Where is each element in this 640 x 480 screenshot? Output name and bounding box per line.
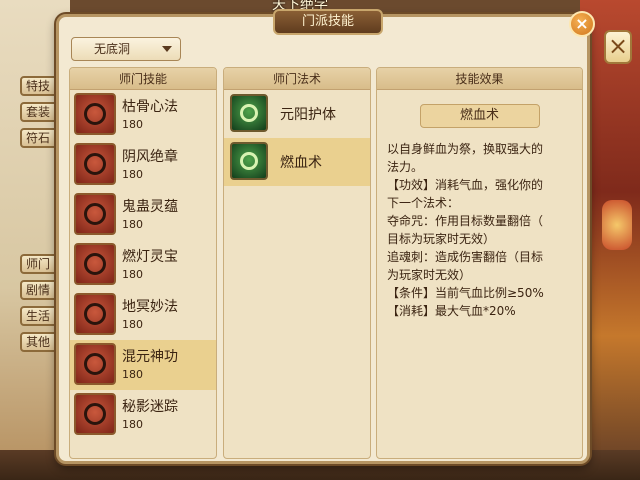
effect-line: 【条件】当前气血比例≥50% — [387, 286, 544, 300]
background-close-icon[interactable]: × — [604, 30, 632, 64]
skill-level: 180 — [122, 168, 143, 181]
skill-level: 180 — [122, 318, 143, 331]
skill-level: 180 — [122, 418, 143, 431]
spell-name: 元阳护体 — [280, 107, 336, 123]
chevron-down-icon — [162, 46, 172, 52]
effect-panel: 技能效果 燃血术 以自身鲜血为祭，换取强大的 法力。 【功效】消耗气血，强化你的… — [376, 67, 583, 459]
window-title: 门派技能 — [273, 9, 383, 35]
skill-row-miying[interactable]: 秘影迷踪 180 — [70, 390, 216, 440]
effect-line: 为玩家时无效） — [387, 268, 472, 282]
effect-line: 追魂刺：造成伤害翻倍（目标 — [387, 250, 544, 264]
effect-description: 以自身鲜血为祭，换取强大的 法力。 【功效】消耗气血，强化你的 下一个法术： 夺… — [377, 136, 582, 324]
school-select-dropdown[interactable]: 无底洞 — [71, 37, 181, 61]
effect-line: 目标为玩家时无效） — [387, 232, 496, 246]
wind-sigil-icon — [74, 143, 116, 185]
spells-panel: 师门法术 元阳护体 燃血术 — [223, 67, 371, 459]
skill-name: 枯骨心法 — [122, 99, 178, 115]
shadow-sigil-icon — [74, 393, 116, 435]
effect-header: 技能效果 — [377, 68, 582, 90]
chaos-sigil-icon — [74, 343, 116, 385]
skill-level: 180 — [122, 218, 143, 231]
effect-line: 以自身鲜血为祭，换取强大的 — [387, 142, 544, 156]
effect-line: 法力。 — [387, 160, 424, 174]
skill-name: 鬼蛊灵蕴 — [122, 199, 178, 215]
skill-level: 180 — [122, 268, 143, 281]
skills-panel: 师门技能 枯骨心法 180 阴风绝章 180 鬼蛊灵蕴 180 燃灯灵宝 180… — [69, 67, 217, 459]
effect-title: 燃血术 — [419, 104, 540, 128]
skill-name: 地冥妙法 — [122, 299, 178, 315]
lamp-sigil-icon — [74, 243, 116, 285]
skill-row-diming[interactable]: 地冥妙法 180 — [70, 290, 216, 340]
underworld-sigil-icon — [74, 293, 116, 335]
effect-line: 【功效】消耗气血，强化你的 — [387, 178, 544, 192]
skill-name: 燃灯灵宝 — [122, 249, 178, 265]
close-icon[interactable]: × — [569, 11, 595, 37]
insect-sigil-icon — [74, 193, 116, 235]
skill-row-guigu[interactable]: 鬼蛊灵蕴 180 — [70, 190, 216, 240]
lantern-decoration — [602, 200, 632, 250]
skill-name: 秘影迷踪 — [122, 399, 178, 415]
school-skills-window: 门派技能 × 无底洞 师门技能 枯骨心法 180 阴风绝章 180 鬼蛊灵蕴 1… — [56, 9, 595, 464]
spell-row-yuanyang[interactable]: 元阳护体 — [224, 90, 370, 138]
spell-row-ranxue[interactable]: 燃血术 — [224, 138, 370, 186]
effect-line: 夺命咒：作用目标数量翻倍（ — [387, 214, 544, 228]
effect-line: 下一个法术： — [387, 196, 460, 210]
skill-level: 180 — [122, 118, 143, 131]
skill-name: 阴风绝章 — [122, 149, 178, 165]
skill-row-randeng[interactable]: 燃灯灵宝 180 — [70, 240, 216, 290]
spells-header: 师门法术 — [224, 68, 370, 90]
skill-name: 混元神功 — [122, 349, 178, 365]
skills-header: 师门技能 — [70, 68, 216, 90]
spell-name: 燃血术 — [280, 155, 322, 171]
skill-row-yinfeng[interactable]: 阴风绝章 180 — [70, 140, 216, 190]
skill-level: 180 — [122, 368, 143, 381]
skill-row-hunyuan[interactable]: 混元神功 180 — [70, 340, 216, 390]
skull-sigil-icon — [74, 93, 116, 135]
dropdown-value: 无底洞 — [94, 42, 131, 56]
swirl-shield-icon — [230, 94, 268, 132]
skill-row-kugu[interactable]: 枯骨心法 180 — [70, 90, 216, 140]
blood-flame-icon — [230, 142, 268, 180]
effect-line: 【消耗】最大气血*20% — [387, 304, 516, 318]
